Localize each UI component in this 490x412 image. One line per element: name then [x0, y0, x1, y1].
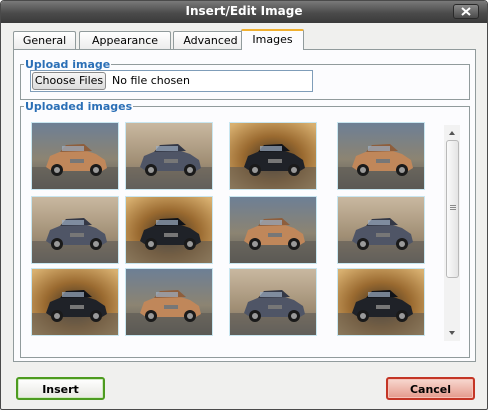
- image-thumbnail[interactable]: [337, 122, 425, 190]
- black-suv-motion-photo: [126, 197, 212, 263]
- black-suv-motion-photo: [230, 123, 316, 189]
- gray-suv-photo: [126, 123, 212, 189]
- close-icon: [461, 7, 471, 16]
- image-thumbnail[interactable]: [31, 268, 119, 336]
- image-thumbnail[interactable]: [229, 122, 317, 190]
- tab-appearance[interactable]: Appearance: [79, 31, 171, 49]
- image-thumbnail[interactable]: [337, 268, 425, 336]
- file-input[interactable]: Choose Files No file chosen: [30, 70, 313, 92]
- cancel-button[interactable]: Cancel: [386, 377, 475, 400]
- close-button[interactable]: [453, 4, 479, 19]
- scrollbar-thumb[interactable]: [446, 140, 459, 278]
- scroll-down-arrow-icon[interactable]: [444, 325, 460, 341]
- gray-suv-photo: [338, 197, 424, 263]
- image-thumbnail[interactable]: [125, 268, 213, 336]
- gallery-scrollbar[interactable]: [444, 125, 460, 341]
- gray-suv-photo: [230, 269, 316, 335]
- image-thumbnail[interactable]: [229, 196, 317, 264]
- copper-suv-photo: [126, 269, 212, 335]
- image-thumbnail[interactable]: [229, 268, 317, 336]
- tab-advanced[interactable]: Advanced: [173, 31, 248, 49]
- title-bar[interactable]: Insert/Edit Image: [1, 1, 487, 23]
- image-thumbnail[interactable]: [337, 196, 425, 264]
- image-thumbnail[interactable]: [125, 196, 213, 264]
- copper-suv-photo: [230, 197, 316, 263]
- uploaded-images-legend: Uploaded images: [25, 100, 133, 113]
- gray-suv-photo: [32, 197, 118, 263]
- choose-files-button[interactable]: Choose Files: [32, 72, 106, 90]
- black-suv-motion-photo: [338, 269, 424, 335]
- insert-image-dialog: Insert/Edit Image General Appearance Adv…: [0, 0, 488, 410]
- copper-suv-photo: [338, 123, 424, 189]
- image-thumbnail[interactable]: [125, 122, 213, 190]
- black-suv-motion-photo: [32, 269, 118, 335]
- tab-general[interactable]: General: [13, 31, 76, 49]
- copper-suv-photo: [32, 123, 118, 189]
- dialog-title: Insert/Edit Image: [185, 4, 303, 18]
- insert-button[interactable]: Insert: [16, 377, 105, 400]
- scroll-up-arrow-icon[interactable]: [444, 125, 460, 141]
- file-status: No file chosen: [112, 74, 190, 87]
- image-thumbnail[interactable]: [31, 196, 119, 264]
- tab-images[interactable]: Images: [241, 29, 304, 50]
- image-thumbnail[interactable]: [31, 122, 119, 190]
